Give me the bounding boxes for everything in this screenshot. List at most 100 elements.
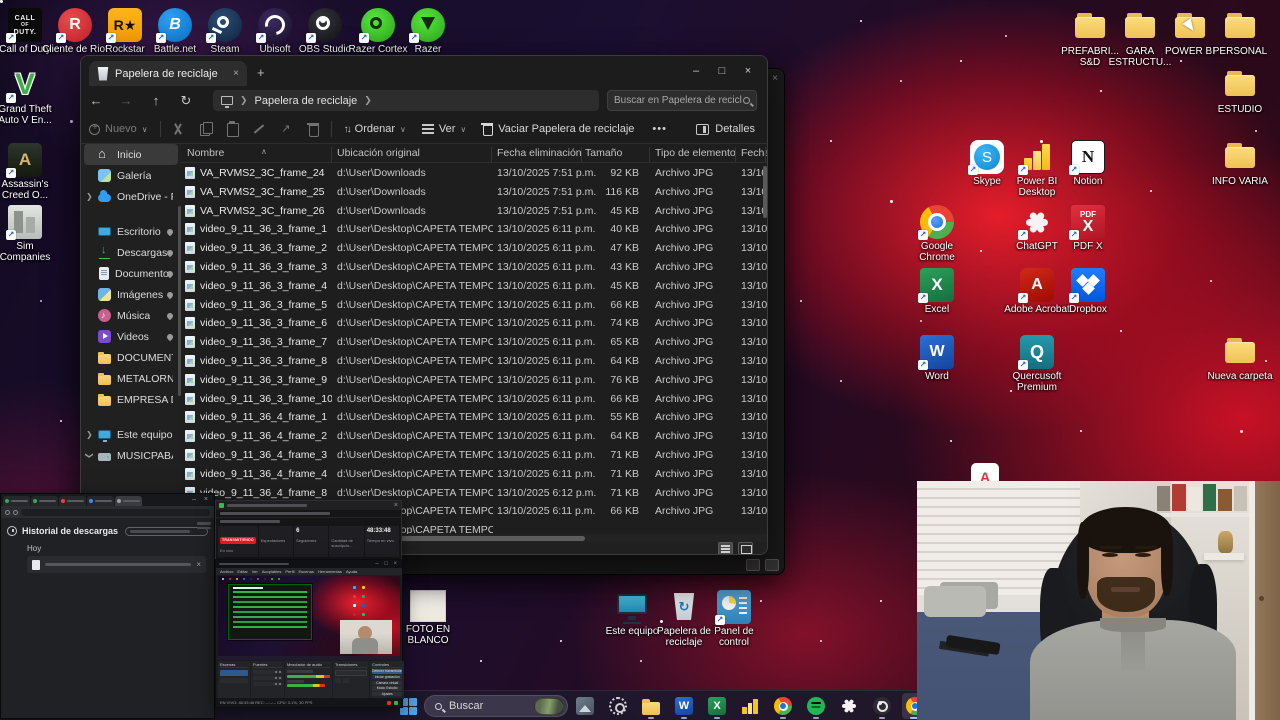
obs-button-iniciar-grabaci-n[interactable]: Iniciar grabación [372,674,403,680]
obs-menu-item[interactable]: Editar [237,569,247,574]
file-row[interactable]: video_9_11_36_4_frame_1 d:\User\Desktop\C… [181,408,767,427]
file-row[interactable]: video_9_11_36_3_frame_9 d:\User\Desktop\C… [181,371,767,390]
desktop-icon-google-chrome[interactable]: Google Chrome [903,205,971,263]
vertical-scrollbar[interactable] [763,166,767,526]
new-button[interactable]: Nuevo∨ [81,122,156,135]
breadcrumb-item[interactable]: Papelera de reciclaje [255,95,358,107]
transitions-dock[interactable]: Transiciones [333,661,369,699]
close-icon[interactable]: × [394,502,398,509]
file-row[interactable]: video_9_11_36_3_frame_8 d:\User\Desktop\C… [181,352,767,371]
file-row[interactable]: video_9_11_36_3_frame_4 d:\User\Desktop\C… [181,277,767,296]
browser-tab[interactable] [59,496,86,506]
file-row[interactable]: video_9_11_36_4_frame_3 d:\User\Desktop\C… [181,446,767,465]
search-highlight-image[interactable] [534,697,564,715]
file-row[interactable]: video_9_11_36_3_frame_5 d:\User\Desktop\C… [181,296,767,315]
desktop-icon-assassins-creed[interactable]: AAssassin's Creed O... [0,143,59,201]
obs-menu-item[interactable]: Herramientas [318,569,342,574]
sidebar-item-este-equipo[interactable]: ❯ Este equipo [84,424,178,445]
remove-download-icon[interactable]: × [196,560,201,569]
thumbnail-view-icon[interactable] [738,542,753,554]
file-row[interactable]: video_9_11_36_3_frame_1 d:\User\Desktop\C… [181,220,767,239]
file-row[interactable]: video_9_11_36_3_frame_7 d:\User\Desktop\C… [181,333,767,352]
file-row[interactable]: VA_RVMS2_3C_frame_24 d:\User\Downloads 13/… [181,164,767,183]
desktop-icon-word[interactable]: WWord [903,335,971,382]
view-toggle-icon[interactable] [765,559,779,571]
obs-preview[interactable] [218,576,400,660]
taskbar-icon-obs-studio[interactable] [869,693,895,719]
sidebar-item-musicpaba[interactable]: ❯ MUSICPABA [84,445,178,466]
taskbar-icon-spotify[interactable] [803,693,829,719]
chevron-icon[interactable]: ❯ [85,452,94,459]
obs-button-detener-transmisi-n[interactable]: Detener transmisión [372,669,403,674]
file-row[interactable]: video_9_11_36_3_frame_6 d:\User\Desktop\C… [181,314,767,333]
taskbar-icon-settings[interactable] [605,693,631,719]
scene-item[interactable] [220,678,248,683]
desktop-icon-quercusoft-premium[interactable]: QQuercusoft Premium [1003,335,1071,393]
desktop-icon-panel-de-control[interactable]: Panel de control [700,590,768,648]
taskbar-icon-photos[interactable] [572,693,598,719]
column-header[interactable]: Ubicación original [337,147,420,159]
sidebar-item-documentos[interactable]: Documentos [84,263,178,284]
sidebar-item-metalorn[interactable]: METALORN [84,368,178,389]
sidebar-item-m-sica[interactable]: Música [84,305,178,326]
new-tab-button[interactable]: + [257,65,265,80]
sidebar-item-im-genes[interactable]: Imágenes [84,284,178,305]
chevron-icon[interactable]: ❯ [86,430,93,439]
obs-titlebar[interactable]: – □ × [216,560,402,568]
obs-menu-item[interactable]: Perfil [285,569,294,574]
obs-menu-item[interactable]: Ayuda [346,569,357,574]
remove-transition-button[interactable] [343,678,349,683]
copy-icon[interactable] [198,122,214,136]
rename-icon[interactable] [252,122,266,136]
share-icon[interactable] [279,122,293,136]
paste-icon[interactable] [225,121,240,137]
more-options-icon[interactable]: ••• [642,123,677,135]
browser-tab[interactable] [31,496,58,506]
sidebar-item-escritorio[interactable]: Escritorio [84,221,178,242]
obs-menu-item[interactable]: Escenas [299,569,314,574]
desktop-icon-excel[interactable]: XExcel [903,268,971,315]
file-row[interactable]: video_9_11_36_3_frame_10 d:\User\Desktop\… [181,390,767,409]
column-header[interactable]: Nombre [187,147,224,159]
desktop-icon-dropbox[interactable]: Dropbox [1054,268,1122,315]
file-row[interactable]: video_9_11_36_3_frame_2 d:\User\Desktop\C… [181,239,767,258]
sidebar-item-videos[interactable]: Videos [84,326,178,347]
sidebar-item-onedrive-p[interactable]: ❯ OneDrive - P [84,186,178,207]
obs-button-c-mara-virtual[interactable]: Cámara virtual [372,680,403,686]
taskbar-icon-chatgpt[interactable] [836,693,862,719]
view-toggle-icon[interactable] [746,559,760,571]
taskbar-icon-chrome[interactable] [770,693,796,719]
scenes-dock[interactable]: Escenas [218,661,250,699]
tab-close-icon[interactable]: × [233,68,239,79]
column-header[interactable]: Tamaño [585,147,622,159]
downloads-search-input[interactable] [125,526,208,536]
obs-menu-item[interactable]: Ver [252,569,258,574]
file-row[interactable]: video_9_11_36_3_frame_3 d:\User\Desktop\C… [181,258,767,277]
transition-select[interactable] [335,670,367,676]
obs-button-modo-estudio[interactable]: Modo Estudio [372,686,403,691]
desktop-icon-info-varia[interactable]: INFO VARIA [1206,140,1274,187]
close-button[interactable]: × [735,65,761,77]
details-view-icon[interactable] [718,542,733,554]
breadcrumb[interactable]: ❯ Papelera de reciclaje ❯ [213,90,599,111]
stats-titlebar[interactable]: × [216,501,401,510]
column-header[interactable]: Fecha [741,147,767,159]
browser-tab[interactable] [3,496,30,506]
delete-icon[interactable] [306,122,320,137]
details-pane-button[interactable]: Detalles [696,123,755,135]
window-controls[interactable]: – × [192,496,211,503]
view-button[interactable]: Ver ∨ [414,123,474,135]
file-row[interactable]: video_9_11_36_4_frame_2 d:\User\Desktop\C… [181,427,767,446]
sidebar-item-descargas[interactable]: Descargas [84,242,178,263]
maximize-button[interactable]: □ [709,65,735,77]
desktop-icon-pdf-x[interactable]: PDFXPDF X [1054,205,1122,252]
sort-button[interactable]: ↑↓ Ordenar ∨ [336,123,414,135]
close-icon[interactable]: × [772,73,778,84]
back-icon[interactable] [5,509,10,515]
source-item[interactable] [253,682,282,686]
taskbar-icon-power-bi[interactable] [737,693,763,719]
column-header[interactable]: Fecha eliminación [497,147,582,159]
desktop-icon-sim-companies[interactable]: Sim Companies [0,205,59,263]
window-controls[interactable]: – □ × [375,561,399,567]
sidebar-item-inicio[interactable]: Inicio [84,144,178,165]
